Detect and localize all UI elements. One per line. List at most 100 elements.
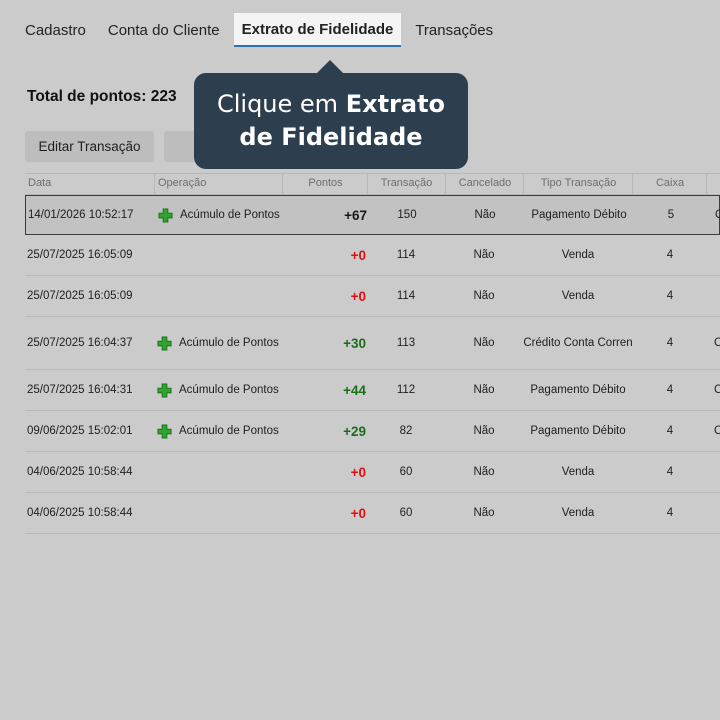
cell-transaction-type: Crédito Conta Corren: [523, 337, 633, 349]
cell-operation: Acúmulo de Pontos: [157, 411, 283, 451]
header-operacao[interactable]: Operação: [154, 174, 283, 194]
cell-points: +0: [350, 464, 366, 480]
transactions-table: Data Operação Pontos Transação Cancelado…: [25, 173, 720, 534]
cell-cancelled: Não: [473, 384, 495, 396]
tooltip-arrow: [316, 60, 344, 74]
cell-transaction: 112: [396, 384, 416, 396]
cell-date: 25/07/2025 16:04:31: [27, 384, 133, 396]
cell-extra: [714, 452, 720, 492]
table-row[interactable]: 25/07/2025 16:05:09 +0 114 Não Venda 4: [25, 276, 720, 317]
edit-transaction-button[interactable]: Editar Transação: [25, 131, 154, 162]
cell-transaction: 60: [399, 466, 413, 478]
total-points-label: Total de pontos: 223: [27, 88, 177, 105]
cell-transaction: 114: [396, 290, 416, 302]
cell-transaction: 82: [399, 425, 413, 437]
cell-operation: [157, 452, 283, 492]
cell-extra: [714, 493, 720, 533]
cell-points: +44: [343, 382, 366, 398]
header-caixa[interactable]: Caixa: [632, 174, 707, 194]
table-row[interactable]: 25/07/2025 16:04:31 Acúmulo de Pontos +44 1…: [25, 370, 720, 411]
cell-extra: [714, 276, 720, 316]
cell-transaction-type: Venda: [561, 290, 595, 302]
plus-icon: [157, 382, 172, 398]
cell-operation: [157, 235, 283, 275]
cell-extra: [714, 235, 720, 275]
tooltip-line-2: de Fidelidade: [239, 121, 422, 154]
cell-date: 25/07/2025 16:05:09: [27, 249, 133, 261]
table-row[interactable]: 04/06/2025 10:58:44 +0 60 Não Venda 4: [25, 452, 720, 493]
table-row[interactable]: 25/07/2025 16:05:09 +0 114 Não Venda 4: [25, 235, 720, 276]
cell-date: 04/06/2025 10:58:44: [27, 507, 133, 519]
cell-date: 25/07/2025 16:04:37: [27, 337, 133, 349]
cell-points: +67: [344, 207, 367, 223]
cell-cancelled: Não: [473, 466, 495, 478]
cell-extra: C: [714, 337, 720, 349]
operation-label: Acúmulo de Pontos: [180, 209, 280, 221]
tutorial-tooltip: Clique em Extrato de Fidelidade: [194, 60, 468, 169]
cell-operation: Acúmulo de Pontos: [157, 370, 283, 410]
cell-cash-register: 4: [666, 249, 674, 261]
cell-cash-register: 4: [666, 425, 674, 437]
table-row[interactable]: 25/07/2025 16:04:37 Acúmulo de Pontos +30 1…: [25, 317, 720, 370]
plus-icon: [157, 423, 172, 439]
cell-extra: C: [715, 209, 720, 221]
tab-extrato-de-fidelidade[interactable]: Extrato de Fidelidade: [233, 13, 402, 47]
cell-operation: Acúmulo de Pontos: [157, 317, 283, 369]
header-tipo-transacao[interactable]: Tipo Transação: [523, 174, 633, 194]
header-transacao[interactable]: Transação: [367, 174, 445, 194]
cell-cash-register: 4: [666, 507, 674, 519]
cell-cash-register: 5: [667, 209, 675, 221]
cell-date: 14/01/2026 10:52:17: [28, 209, 134, 221]
tooltip-line-1: Clique em Extrato: [217, 88, 445, 121]
operation-label: Acúmulo de Pontos: [179, 337, 279, 349]
cell-cash-register: 4: [666, 466, 674, 478]
operation-label: Acúmulo de Pontos: [179, 425, 279, 437]
cell-points: +0: [350, 505, 366, 521]
header-pontos[interactable]: Pontos: [282, 174, 368, 194]
cell-points: +0: [350, 288, 366, 304]
tab-conta-do-cliente[interactable]: Conta do Cliente: [97, 13, 231, 47]
cell-transaction: 114: [396, 249, 416, 261]
header-extra[interactable]: [706, 174, 720, 194]
header-cancelado[interactable]: Cancelado: [445, 174, 524, 194]
cell-points: +29: [343, 423, 366, 439]
cell-transaction-type: Pagamento Débito: [530, 384, 626, 396]
cell-extra: C: [714, 384, 720, 396]
tooltip-prefix: Clique em: [216, 90, 346, 118]
cell-operation: [157, 276, 283, 316]
cell-transaction-type: Venda: [561, 507, 595, 519]
tooltip-bold-1: Extrato: [345, 90, 446, 118]
cell-operation: Acúmulo de Pontos: [158, 196, 284, 234]
operation-label: Acúmulo de Pontos: [179, 384, 279, 396]
cell-transaction: 60: [399, 507, 413, 519]
cell-date: 25/07/2025 16:05:09: [27, 290, 133, 302]
cell-points: +0: [350, 247, 366, 263]
cell-cancelled: Não: [474, 209, 496, 221]
cell-transaction: 150: [397, 209, 417, 221]
cell-date: 04/06/2025 10:58:44: [27, 466, 133, 478]
tab-cadastro[interactable]: Cadastro: [14, 13, 97, 47]
cell-cancelled: Não: [473, 507, 495, 519]
cell-transaction: 113: [396, 337, 416, 349]
tab-transacoes[interactable]: Transações: [404, 13, 504, 47]
cell-points: +30: [343, 335, 366, 351]
cell-date: 09/06/2025 15:02:01: [27, 425, 133, 437]
cell-transaction-type: Venda: [561, 466, 595, 478]
cell-extra: C: [714, 425, 720, 437]
cell-cancelled: Não: [473, 290, 495, 302]
cell-operation: [157, 493, 283, 533]
tooltip-bold-2: de Fidelidade: [239, 123, 423, 151]
table-row[interactable]: 04/06/2025 10:58:44 +0 60 Não Venda 4: [25, 493, 720, 534]
cell-cash-register: 4: [666, 290, 674, 302]
header-data[interactable]: Data: [25, 174, 155, 194]
plus-icon: [157, 335, 172, 351]
cell-cash-register: 4: [666, 384, 674, 396]
cell-transaction-type: Pagamento Débito: [531, 209, 627, 221]
cell-transaction-type: Pagamento Débito: [530, 425, 626, 437]
cell-cancelled: Não: [473, 425, 495, 437]
table-header: Data Operação Pontos Transação Cancelado…: [25, 173, 720, 195]
cell-cash-register: 4: [666, 337, 674, 349]
cell-cancelled: Não: [473, 337, 495, 349]
table-row[interactable]: 09/06/2025 15:02:01 Acúmulo de Pontos +29 8…: [25, 411, 720, 452]
table-row[interactable]: 14/01/2026 10:52:17 Acúmulo de Pontos +67 1…: [25, 195, 720, 235]
